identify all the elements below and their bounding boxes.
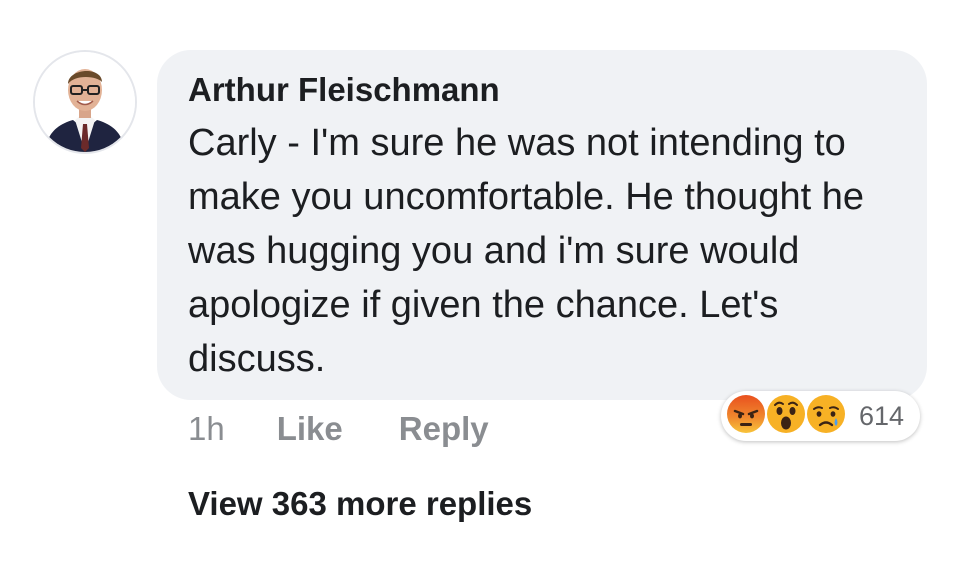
- view-more-replies-link[interactable]: View 363 more replies: [188, 485, 532, 523]
- reactions-summary[interactable]: 614: [721, 391, 920, 441]
- comment-actions: 1h Like Reply: [188, 406, 489, 452]
- comment-bubble[interactable]: Arthur Fleischmann Carly - I'm sure he w…: [157, 50, 927, 400]
- author-photo: [35, 52, 135, 152]
- comment-timestamp[interactable]: 1h: [188, 410, 225, 448]
- reaction-count: 614: [859, 400, 905, 431]
- like-button[interactable]: Like: [277, 410, 343, 448]
- comment-author-name[interactable]: Arthur Fleischmann: [188, 70, 897, 110]
- reply-button[interactable]: Reply: [399, 410, 489, 448]
- sad-reaction-icon: [805, 393, 851, 439]
- comment-text: Carly - I'm sure he was not intending to…: [188, 122, 864, 380]
- author-avatar[interactable]: [33, 50, 137, 154]
